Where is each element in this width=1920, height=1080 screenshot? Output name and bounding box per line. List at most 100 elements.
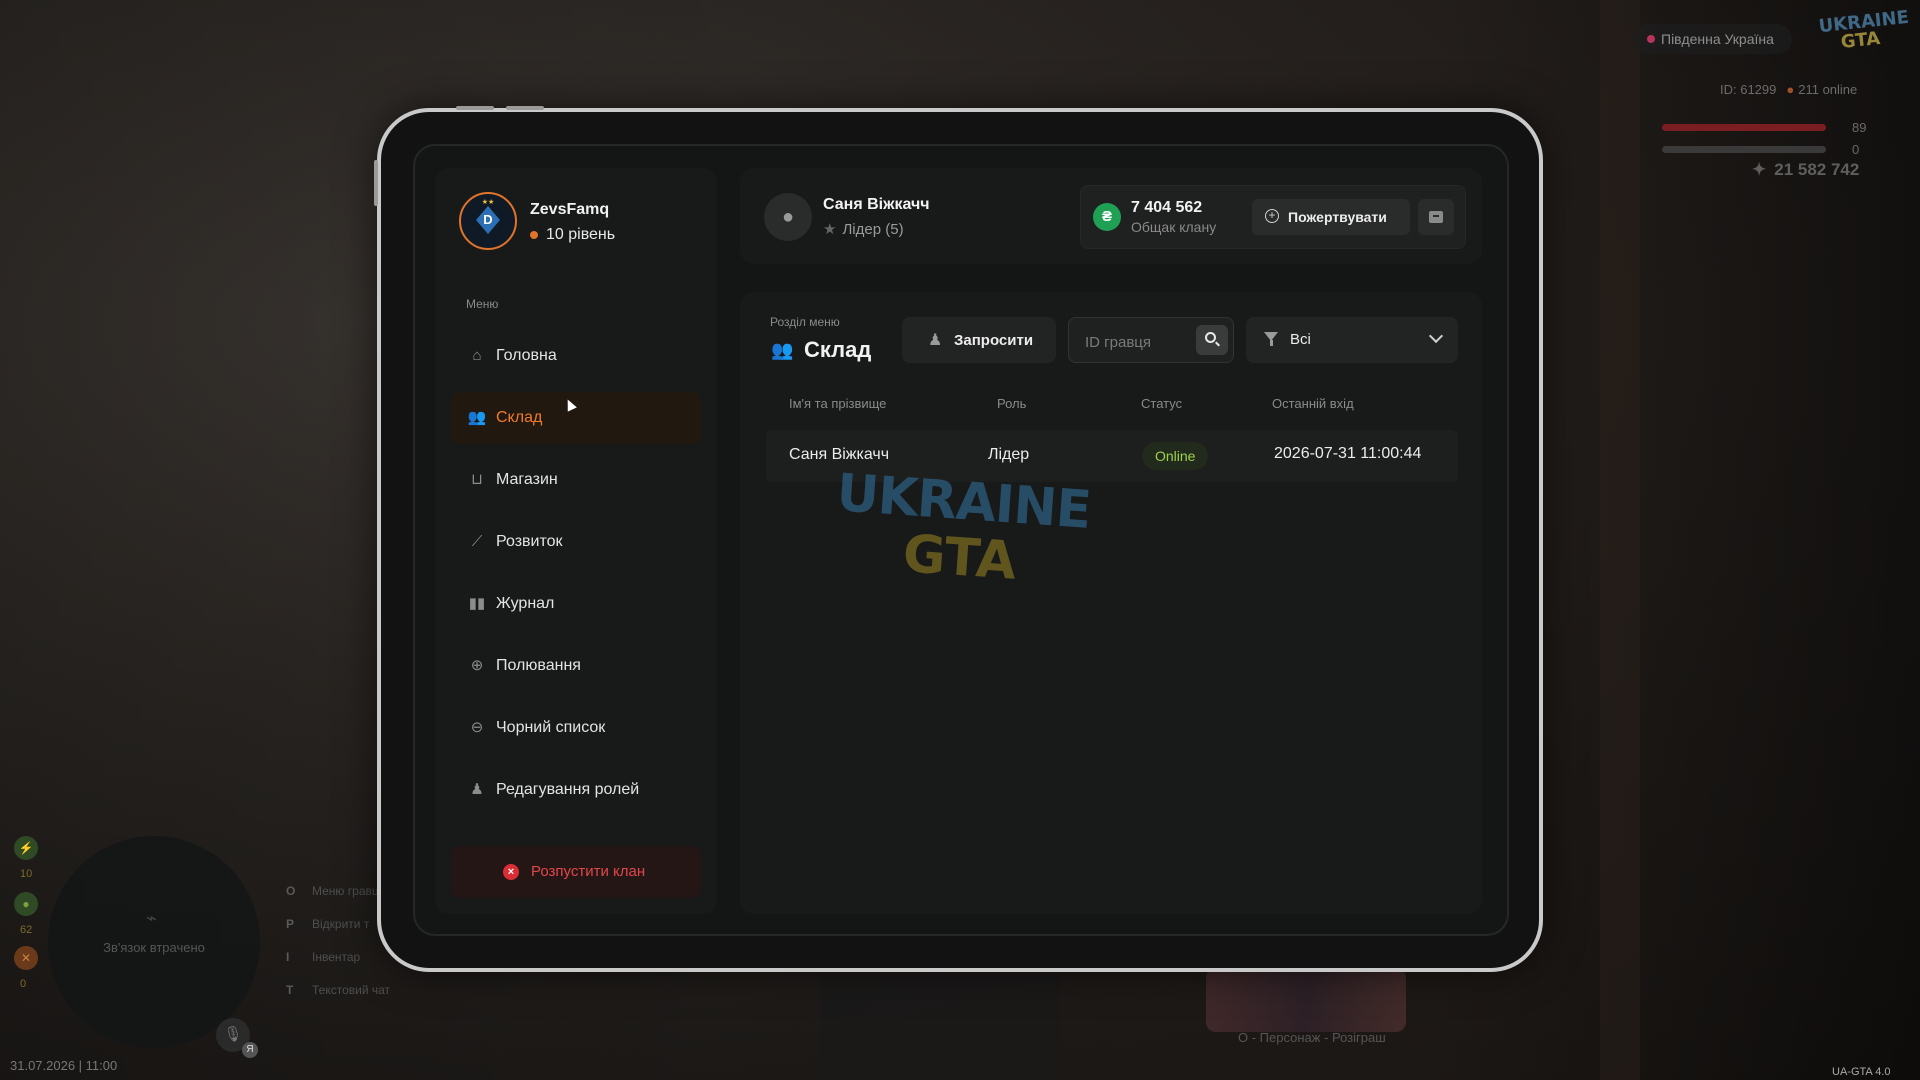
filter-icon-stem: [1270, 340, 1273, 346]
cash-icon: ✦: [1752, 160, 1767, 179]
server-badge: Південна Україна: [1633, 24, 1792, 54]
sidebar-item-label: Склад: [496, 409, 543, 426]
invite-button[interactable]: ♟ Запросити: [902, 317, 1056, 363]
role-filter-dropdown[interactable]: Всі: [1246, 317, 1458, 363]
key-hint: T Текстовий чат: [286, 983, 390, 1016]
character-silhouette: [820, 975, 1060, 1080]
menu-label: Меню: [466, 297, 499, 311]
sidebar-item-blacklist[interactable]: ⊖ Чорний список: [451, 702, 701, 754]
main-panel: [740, 292, 1482, 914]
avatar-stars: ★★: [481, 199, 495, 206]
sidebar-item-label: Магазин: [496, 471, 558, 488]
invite-label: Запросити: [954, 332, 1034, 349]
sidebar-item-edit-roles[interactable]: ♟ Редагування ролей: [451, 764, 701, 816]
column-header-role: Роль: [997, 396, 1027, 411]
sidebar-item-label: Головна: [496, 347, 557, 364]
disband-clan-button[interactable]: × Розпустити клан: [451, 846, 701, 898]
book-icon: ▮▮: [468, 595, 486, 612]
donate-label: Пожертвувати: [1288, 209, 1387, 225]
minimap: ⌁ Зв'язок втрачено: [48, 836, 260, 1048]
fatigue-icon: ✕: [14, 946, 38, 970]
archive-icon: [1429, 211, 1443, 223]
disband-label: Розпустити клан: [531, 863, 646, 880]
key-label: Текстовий чат: [312, 983, 391, 997]
money-value: 21 582 742: [1774, 160, 1860, 179]
star-icon: ★: [823, 221, 837, 238]
key-label: Відкрити т: [312, 917, 370, 931]
tablet-side-button: [374, 160, 378, 206]
users-icon: 👥: [467, 409, 487, 426]
key-letter: O: [286, 884, 296, 898]
sidebar-item-label: Журнал: [496, 595, 555, 612]
background-beam: [1600, 0, 1640, 1080]
server-name: Південна Україна: [1661, 31, 1774, 47]
no-signal-icon: ⌁: [146, 908, 157, 928]
column-header-last-login: Останній вхід: [1272, 396, 1354, 411]
hunger-icon: ⚡: [14, 836, 38, 860]
user-name: Саня Віжкачч: [823, 196, 930, 213]
user-edit-icon: ♟: [470, 781, 484, 798]
plus-circle-icon: +: [1265, 209, 1279, 223]
basket-icon: ⊔: [471, 471, 483, 488]
filter-value: Всі: [1290, 331, 1311, 348]
clan-level-text: 10 рівень: [546, 226, 616, 243]
health-value: 89: [1852, 120, 1867, 135]
promo-banner: [1206, 968, 1406, 1032]
key-letter: P: [286, 917, 295, 931]
search-input[interactable]: [1083, 330, 1187, 354]
avatar-letter: D: [483, 212, 493, 227]
thirst-icon: ●: [14, 892, 38, 916]
user-role-text: Лідер (5): [842, 221, 904, 238]
player-info: ID: 61299 ● 211 online: [1720, 82, 1857, 97]
sidebar-item-home[interactable]: ⌂ Головна: [451, 330, 701, 382]
map-status: Зв'язок втрачено: [103, 940, 205, 955]
clan-level: 10 рівень: [530, 226, 615, 244]
bank-amount: 7 404 562: [1131, 199, 1203, 216]
user-avatar-icon: ●: [764, 193, 812, 241]
sidebar-item-hunting[interactable]: ⊕ Полювання: [451, 640, 701, 692]
clan-avatar: ★★ D: [459, 192, 517, 250]
key-label: Меню гравця: [312, 884, 386, 898]
server-dot-icon: [1647, 35, 1655, 43]
sidebar-menu: ⌂ Головна 👥 Склад ⊔ Магазин ⟋ Розвиток ▮…: [451, 330, 701, 826]
key-hint: I Інвентар: [286, 950, 390, 983]
sidebar-item-warehouse[interactable]: 👥 Склад: [451, 392, 701, 444]
users-icon: 👥: [771, 340, 794, 360]
key-letter: I: [286, 950, 290, 964]
home-icon: ⌂: [472, 347, 482, 364]
sidebar-item-development[interactable]: ⟋ Розвиток: [451, 516, 701, 568]
search-button[interactable]: [1196, 325, 1228, 355]
key-label: Інвентар: [312, 950, 361, 964]
member-role: Лідер: [988, 446, 1030, 463]
crosshair-icon: ⊕: [470, 657, 484, 674]
hryvnia-coin-icon: ₴: [1093, 203, 1121, 231]
mic-badge: Я: [242, 1042, 258, 1058]
member-last-login: 2026-07-31 11:00:44: [1274, 445, 1422, 462]
user-role: ★ Лідер (5): [823, 220, 904, 238]
member-name: Саня Віжкачч: [789, 446, 890, 463]
game-logo: UKRAINE GTA: [1818, 7, 1910, 62]
page-title: Склад: [804, 337, 872, 362]
sidebar-item-label: Чорний список: [496, 719, 606, 736]
clan-name: ZevsFamq: [530, 201, 610, 218]
key-hint: P Відкрити т: [286, 917, 390, 950]
key-hints: O Меню гравця P Відкрити т I Інвентар T Текс…: [286, 884, 390, 1016]
online-count: 211 online: [1798, 82, 1858, 97]
archive-button[interactable]: [1418, 199, 1454, 235]
health-bar: [1662, 124, 1826, 131]
search-icon: [1205, 332, 1216, 343]
block-icon: ⊖: [470, 719, 484, 736]
sidebar-item-shop[interactable]: ⊔ Магазин: [451, 454, 701, 506]
key-letter: T: [286, 983, 294, 997]
game-datetime: 31.07.2026 | 11:00: [10, 1058, 118, 1073]
sidebar-item-journal[interactable]: ▮▮ Журнал: [451, 578, 701, 630]
thirst-value: 62: [20, 924, 33, 936]
key-hint: O Меню гравця: [286, 884, 390, 917]
status-badge: Online: [1142, 442, 1209, 470]
fire-icon: ●: [1786, 82, 1795, 97]
armor-value: 0: [1852, 142, 1860, 157]
donate-button[interactable]: + Пожертвувати: [1252, 199, 1410, 235]
section-label: Розділ меню: [770, 315, 840, 329]
add-user-icon: ♟: [928, 332, 943, 349]
chart-icon: ⟋: [471, 533, 483, 550]
